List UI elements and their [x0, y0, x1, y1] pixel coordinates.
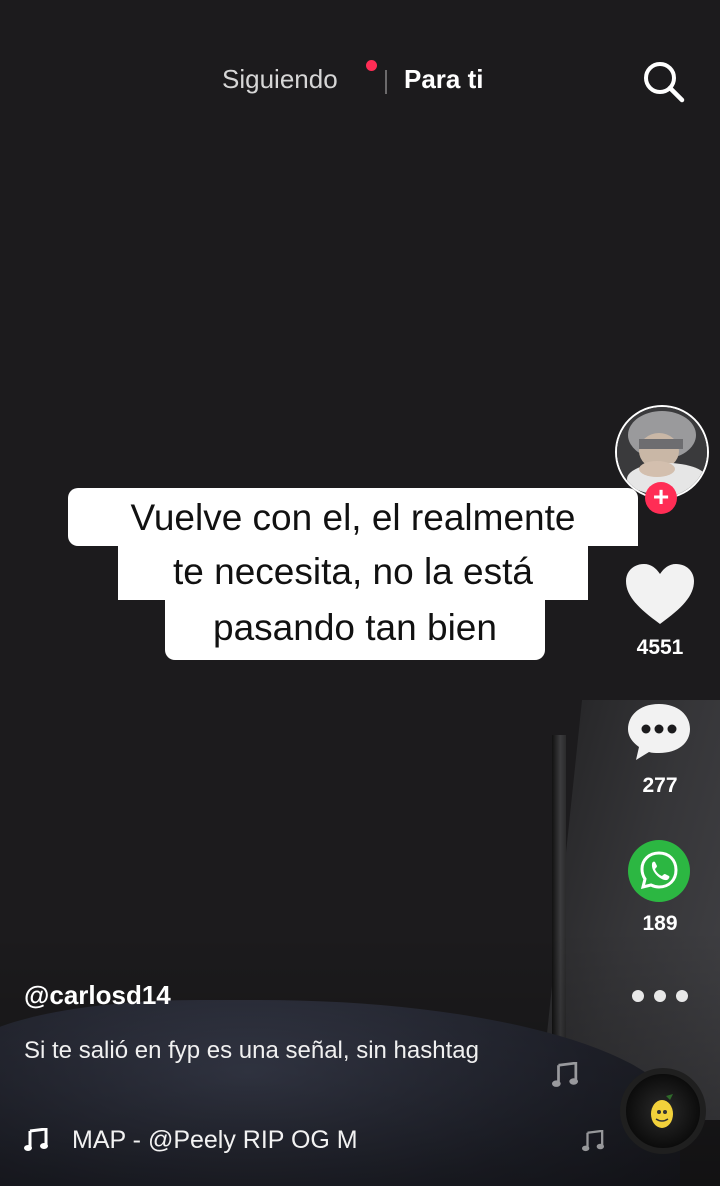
like-count: 4551 — [636, 636, 684, 659]
search-icon — [644, 62, 685, 103]
share-count: 189 — [642, 912, 678, 935]
floating-music-note-icon — [582, 1130, 604, 1152]
tab-divider — [385, 70, 387, 94]
tab-following[interactable]: Siguiendo — [222, 64, 338, 95]
music-title: MAP - @Peely RIP OG M — [72, 1126, 358, 1154]
post-description: Si te salió en fyp es una señal, sin has… — [24, 1037, 479, 1064]
top-nav: Siguiendo Para ti — [0, 58, 720, 103]
whatsapp-icon — [640, 851, 678, 890]
heart-icon — [626, 564, 694, 624]
caption-line: Vuelve con el, el realmente — [68, 488, 638, 546]
caption-line: te necesita, no la está — [118, 544, 588, 600]
creator-username[interactable]: @carlosd14 — [24, 980, 171, 1011]
more-options-button[interactable] — [632, 990, 688, 1004]
floating-music-note-icon — [552, 1062, 578, 1087]
search-button[interactable] — [640, 58, 688, 106]
sound-disc[interactable] — [620, 1068, 706, 1154]
more-dot-icon — [632, 990, 644, 1002]
more-dot-icon — [676, 990, 688, 1002]
sound-cover-icon — [651, 1094, 673, 1128]
tab-for-you[interactable]: Para ti — [404, 64, 484, 95]
like-button[interactable] — [624, 562, 696, 628]
music-ticker[interactable]: MAP - @Peely RIP OG M — [24, 1124, 424, 1156]
following-notification-dot — [366, 60, 377, 71]
video-screen[interactable]: Siguiendo Para ti Vuelve con el, el real… — [0, 0, 720, 1186]
share-button[interactable] — [628, 840, 690, 902]
follow-button[interactable]: + — [645, 482, 677, 514]
caption-line: pasando tan bien — [165, 600, 545, 660]
more-dot-icon — [654, 990, 666, 1002]
music-note-icon — [24, 1128, 48, 1151]
comment-icon — [628, 704, 690, 760]
action-rail: + 4551 277 189 — [610, 400, 720, 1180]
comment-button[interactable] — [624, 700, 694, 764]
comment-count: 277 — [642, 774, 678, 797]
